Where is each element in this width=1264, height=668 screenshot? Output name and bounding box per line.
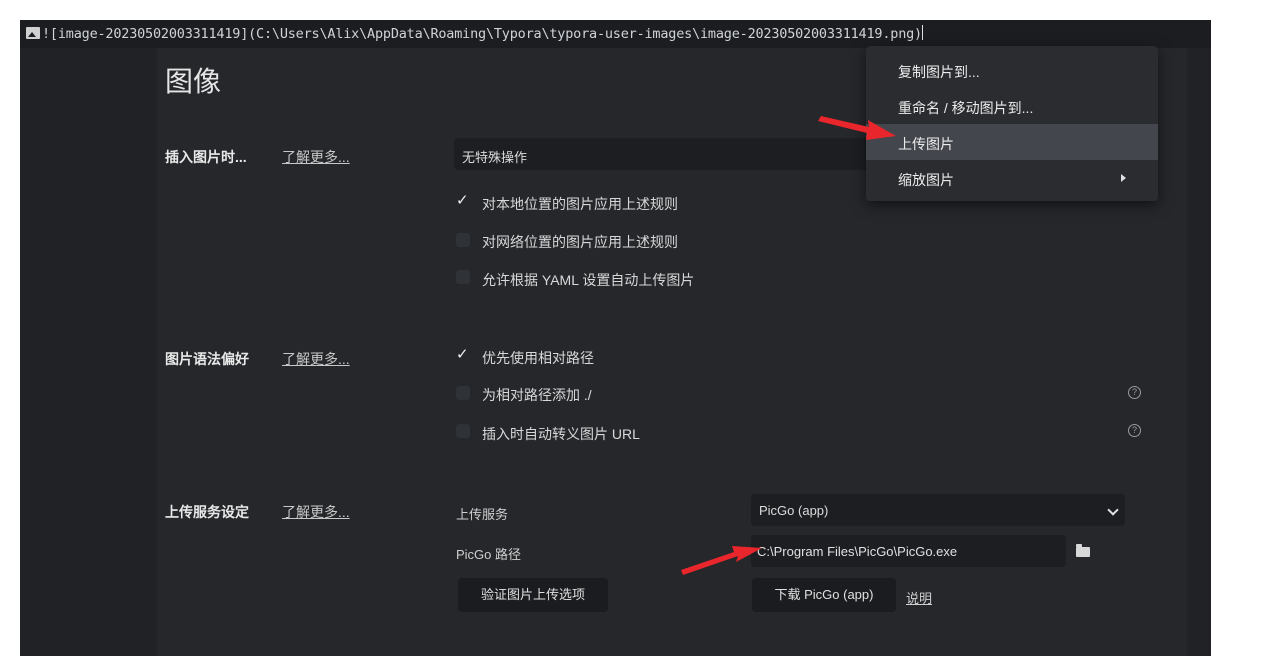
chevron-down-icon bbox=[1107, 504, 1119, 516]
checkbox-network-images-label: 对网络位置的图片应用上述规则 bbox=[482, 234, 678, 250]
checkbox-relative-path-label: 优先使用相对路径 bbox=[482, 350, 594, 366]
menu-item-zoom-image[interactable]: 缩放图片 bbox=[866, 160, 1158, 196]
checkbox-relative-path[interactable] bbox=[456, 345, 470, 363]
verify-upload-button[interactable]: 验证图片上传选项 bbox=[458, 578, 608, 612]
menu-item-upload-image[interactable]: 上传图片 bbox=[866, 124, 1158, 160]
picgo-path-label: PicGo 路径 bbox=[456, 547, 522, 562]
insert-action-select[interactable]: 无特殊操作 bbox=[454, 138, 868, 170]
checkbox-local-images[interactable] bbox=[456, 191, 470, 209]
text-caret bbox=[921, 25, 923, 40]
picgo-path-value: C:\Program Files\PicGo\PicGo.exe bbox=[757, 544, 958, 559]
checkbox-escape-url-label: 插入时自动转义图片 URL bbox=[482, 426, 640, 442]
insert-learn-more-link[interactable]: 了解更多... bbox=[282, 147, 350, 167]
folder-icon[interactable] bbox=[1076, 544, 1090, 557]
help-icon[interactable]: ? bbox=[1128, 424, 1141, 437]
page-title: 图像 bbox=[165, 66, 222, 97]
upload-learn-more-link[interactable]: 了解更多... bbox=[282, 502, 350, 522]
checkbox-yaml-auto-upload[interactable] bbox=[456, 270, 470, 284]
checkbox-network-images[interactable] bbox=[456, 233, 470, 247]
upload-service-select[interactable]: PicGo (app) bbox=[751, 494, 1125, 526]
menu-item-copy-image[interactable]: 复制图片到... bbox=[866, 52, 1158, 88]
checkbox-dot-slash-label: 为相对路径添加 ./ bbox=[482, 387, 592, 403]
chevron-right-icon bbox=[1121, 174, 1126, 182]
instructions-link[interactable]: 说明 bbox=[906, 588, 932, 607]
download-picgo-button[interactable]: 下载 PicGo (app) bbox=[752, 578, 896, 612]
checkbox-yaml-auto-upload-label: 允许根据 YAML 设置自动上传图片 bbox=[482, 272, 695, 288]
syntax-learn-more-link[interactable]: 了解更多... bbox=[282, 349, 350, 369]
menu-item-rename-move[interactable]: 重命名 / 移动图片到... bbox=[866, 88, 1158, 124]
menu-item-label: 上传图片 bbox=[898, 136, 954, 152]
insert-section-label: 插入图片时... bbox=[165, 149, 247, 165]
image-context-menu: 复制图片到... 重命名 / 移动图片到... 上传图片 缩放图片 bbox=[866, 46, 1158, 201]
image-icon bbox=[26, 27, 40, 39]
upload-section-label: 上传服务设定 bbox=[165, 504, 249, 520]
checkbox-dot-slash[interactable] bbox=[456, 386, 470, 400]
syntax-section-label: 图片语法偏好 bbox=[165, 351, 249, 367]
menu-item-label: 重命名 / 移动图片到... bbox=[898, 100, 1034, 116]
menu-item-label: 缩放图片 bbox=[898, 172, 954, 188]
markdown-source-line[interactable]: ![image-20230502003311419](C:\Users\Alix… bbox=[20, 20, 1211, 48]
upload-service-value: PicGo (app) bbox=[759, 503, 829, 518]
upload-service-label: 上传服务 bbox=[456, 507, 509, 522]
help-icon[interactable]: ? bbox=[1128, 386, 1141, 399]
picgo-path-input[interactable]: C:\Program Files\PicGo\PicGo.exe bbox=[751, 535, 1066, 567]
insert-action-value: 无特殊操作 bbox=[462, 150, 528, 165]
menu-item-label: 复制图片到... bbox=[898, 64, 980, 80]
checkbox-escape-url[interactable] bbox=[456, 424, 470, 438]
checkbox-local-images-label: 对本地位置的图片应用上述规则 bbox=[482, 196, 678, 212]
image-markdown-text[interactable]: ![image-20230502003311419](C:\Users\Alix… bbox=[42, 25, 923, 42]
